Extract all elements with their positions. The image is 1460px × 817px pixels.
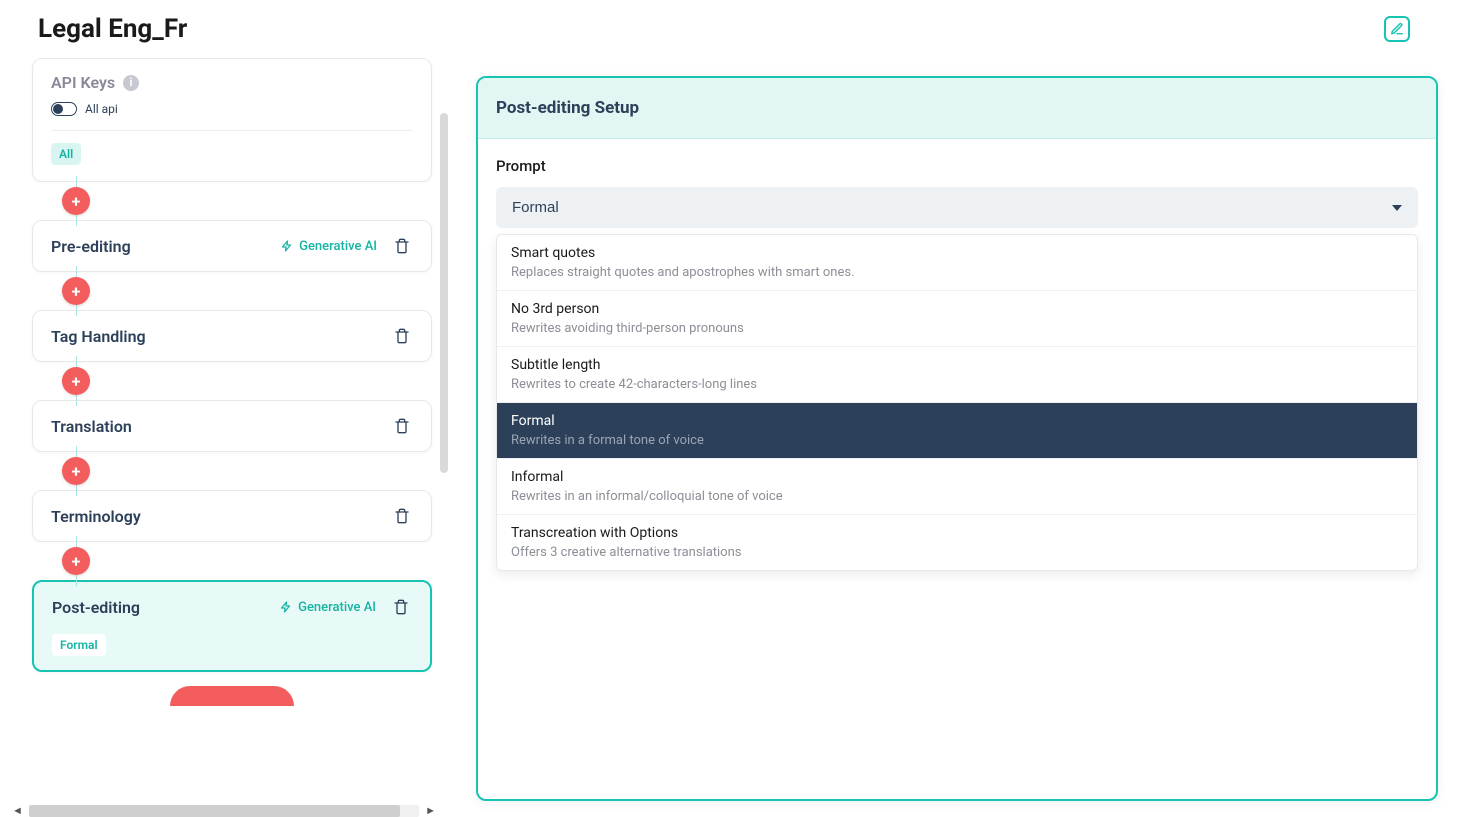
step-chip[interactable]: Formal [52,634,106,656]
api-chip-all[interactable]: All [51,143,81,165]
prompt-option-desc: Rewrites avoiding third-person pronouns [511,321,1403,336]
delete-step-button[interactable] [391,235,413,257]
horizontal-scrollbar[interactable]: ◄ ► [10,804,438,817]
pipeline-step-title: Tag Handling [51,327,377,346]
prompt-label: Prompt [496,157,1418,175]
prompt-option[interactable]: Formal Rewrites in a formal tone of voice [497,403,1417,459]
add-step-button[interactable]: + [62,277,90,305]
pipeline-step-card[interactable]: Pre-editing Generative AI [32,220,432,272]
prompt-option-desc: Replaces straight quotes and apostrophes… [511,265,1403,280]
add-step-button[interactable]: + [62,367,90,395]
page-header: Legal Eng_Fr [0,0,1460,58]
prompt-option-title: Formal [511,413,1403,429]
edit-title-button[interactable] [1384,16,1410,42]
generative-ai-badge: Generative AI [281,239,377,254]
scroll-thumb[interactable] [29,805,400,817]
generative-ai-label: Generative AI [299,239,377,254]
pipeline-step-card[interactable]: Tag Handling [32,310,432,362]
bolt-icon [280,600,292,614]
delete-step-button[interactable] [391,505,413,527]
api-keys-title: API Keys [51,73,115,92]
trash-icon [394,328,410,344]
info-icon[interactable]: i [123,75,139,91]
prompt-option-desc: Offers 3 creative alternative translatio… [511,545,1403,560]
pipeline-column[interactable]: API Keys i All api All + Pre-editing Gener… [0,58,448,817]
prompt-option-title: Informal [511,469,1403,485]
pipeline-step-title: Post-editing [52,598,280,617]
scroll-right-arrow[interactable]: ► [423,804,438,817]
page-title: Legal Eng_Fr [38,14,1372,44]
all-api-toggle-label: All api [85,102,118,116]
prompt-option-title: Smart quotes [511,245,1403,261]
pipeline-step-title: Terminology [51,507,377,526]
prompt-option-title: Transcreation with Options [511,525,1403,541]
pencil-icon [1390,22,1404,36]
panel-header: Post-editing Setup [478,78,1436,139]
prompt-dropdown: Smart quotes Replaces straight quotes and… [496,234,1418,571]
pipeline-step-card[interactable]: Post-editing Generative AI Formal [32,580,432,672]
prompt-select[interactable] [496,187,1418,228]
trash-icon [393,599,409,615]
prompt-option-title: Subtitle length [511,357,1403,373]
delete-step-button[interactable] [391,415,413,437]
prompt-dropdown-list[interactable]: Smart quotes Replaces straight quotes and… [497,235,1417,570]
prompt-option-desc: Rewrites in an informal/colloquial tone … [511,489,1403,504]
pipeline-step-title: Pre-editing [51,237,281,256]
api-keys-card[interactable]: API Keys i All api All [32,58,432,182]
prompt-option[interactable]: Transcreation with Options Offers 3 creat… [497,515,1417,570]
prompt-option-title: No 3rd person [511,301,1403,317]
pipeline-step-card[interactable]: Terminology [32,490,432,542]
vertical-scroll-indicator[interactable] [440,113,448,473]
pipeline-step-title: Translation [51,417,377,436]
prompt-option[interactable]: Informal Rewrites in an informal/colloqui… [497,459,1417,515]
prompt-option[interactable]: Smart quotes Replaces straight quotes and… [497,235,1417,291]
setup-panel: Post-editing Setup Prompt Smart quotes Re… [476,76,1438,801]
scroll-track[interactable] [29,805,419,817]
delete-step-button[interactable] [390,596,412,618]
bolt-icon [281,239,293,253]
generative-ai-label: Generative AI [298,600,376,615]
prompt-option[interactable]: No 3rd person Rewrites avoiding third-per… [497,291,1417,347]
add-step-button[interactable]: + [62,457,90,485]
all-api-toggle[interactable] [51,102,77,116]
primary-action-partial[interactable] [170,686,294,706]
prompt-option-desc: Rewrites in a formal tone of voice [511,433,1403,448]
scroll-left-arrow[interactable]: ◄ [10,804,25,817]
chevron-down-icon [1392,205,1402,211]
trash-icon [394,238,410,254]
delete-step-button[interactable] [391,325,413,347]
prompt-option-desc: Rewrites to create 42-characters-long li… [511,377,1403,392]
pipeline-step-card[interactable]: Translation [32,400,432,452]
generative-ai-badge: Generative AI [280,600,376,615]
add-step-button[interactable]: + [62,547,90,575]
prompt-select-input[interactable] [512,199,1392,216]
add-step-button[interactable]: + [62,187,90,215]
trash-icon [394,508,410,524]
trash-icon [394,418,410,434]
prompt-option[interactable]: Subtitle length Rewrites to create 42-cha… [497,347,1417,403]
